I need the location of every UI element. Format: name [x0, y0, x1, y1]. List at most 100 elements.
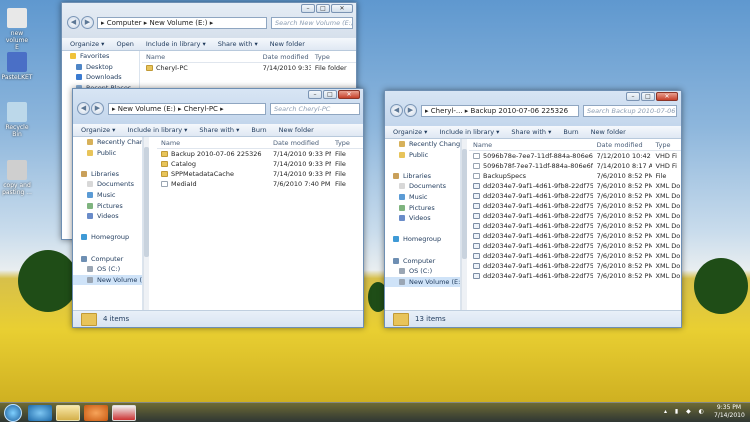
nav-scrollbar[interactable]	[143, 137, 149, 310]
back-button[interactable]: ◀	[390, 104, 403, 117]
desktop-icon-3[interactable]: copy and pasting ...	[0, 160, 34, 196]
close-button[interactable]: ✕	[656, 92, 678, 101]
media-player-icon[interactable]	[84, 405, 108, 421]
file-row[interactable]: dd2034e7-9af1-4d61-9fb8-22df7580978...7/…	[469, 251, 681, 261]
address-bar[interactable]: ▸ Computer ▸ New Volume (E:) ▸	[97, 17, 267, 29]
file-row[interactable]: dd2034e7-9af1-4d61-9fb8-22df7580978...7/…	[469, 191, 681, 201]
maximize-button[interactable]: □	[641, 92, 655, 101]
title-bar[interactable]: – □ ✕ ◀ ▶ ▸ Computer ▸ New Volume (E:) ▸…	[62, 3, 356, 38]
title-bar[interactable]: – □ ✕ ◀ ▶ ▸ Cheryl-... ▸ Backup 2010-07-…	[385, 91, 681, 126]
clock[interactable]: 9:35 PM 7/14/2010	[714, 404, 745, 420]
nav-item-homegroup[interactable]: Homegroup	[385, 234, 460, 245]
desktop-icon-2[interactable]: Recycle Bin	[0, 102, 34, 138]
close-button[interactable]: ✕	[338, 90, 360, 99]
file-row[interactable]: dd2034e7-9af1-4d61-9fb8-22df7580978...7/…	[469, 201, 681, 211]
file-row[interactable]: dd2034e7-9af1-4d61-9fb8-22df7580978...7/…	[469, 231, 681, 241]
nav-item-public[interactable]: Public	[73, 148, 142, 159]
search-input[interactable]: Search Cheryl-PC	[270, 103, 360, 115]
start-button[interactable]	[4, 404, 22, 422]
toolbar-button[interactable]: Organize ▾	[393, 128, 427, 136]
nav-item-favorites[interactable]: Favorites	[62, 51, 139, 62]
nav-item-videos[interactable]: Videos	[73, 211, 142, 222]
toolbar-button[interactable]: Share with ▾	[218, 40, 258, 48]
file-list[interactable]: Name Date modified Type Backup 2010-07-06 2…	[157, 137, 363, 310]
windows-explorer-icon[interactable]	[56, 405, 80, 421]
file-row[interactable]: 5096b78f-7ee7-11df-884a-806e6f6e6963...7…	[469, 161, 681, 171]
nav-item-computer[interactable]: Computer	[73, 254, 142, 265]
toolbar-button[interactable]: Organize ▾	[81, 126, 115, 134]
nav-item-documents[interactable]: Documents	[73, 179, 142, 190]
toolbar-button[interactable]: Include in library ▾	[439, 128, 499, 136]
internet-explorer-icon[interactable]	[28, 405, 52, 421]
file-row[interactable]: dd2034e7-9af1-4d61-9fb8-22df7580978...7/…	[469, 261, 681, 271]
forward-button[interactable]: ▶	[91, 102, 104, 115]
nav-item-public[interactable]: Public	[385, 150, 460, 161]
nav-item-downloads[interactable]: Downloads	[62, 72, 139, 83]
minimize-button[interactable]: –	[308, 90, 322, 99]
explorer-window-cheryl-pc[interactable]: – □ ✕ ◀ ▶ ▸ New Volume (E:) ▸ Cheryl-PC …	[72, 88, 364, 328]
forward-button[interactable]: ▶	[81, 16, 94, 29]
column-header-name[interactable]: Name	[157, 137, 269, 148]
file-row[interactable]: 5096b78e-7ee7-11df-884a-806e6f6e6963...7…	[469, 151, 681, 161]
file-row[interactable]: Backup 2010-07-06 225326 7/14/2010 9:33 P…	[157, 149, 363, 159]
snipping-tool-icon[interactable]	[112, 405, 136, 421]
file-row[interactable]: BackupSpecs 7/6/2010 8:52 PM File	[469, 171, 681, 181]
back-button[interactable]: ◀	[67, 16, 80, 29]
back-button[interactable]: ◀	[77, 102, 90, 115]
toolbar-button[interactable]: New folder	[279, 126, 314, 134]
file-row[interactable]: Catalog 7/14/2010 9:33 PM File	[157, 159, 363, 169]
toolbar-button[interactable]: New folder	[270, 40, 305, 48]
nav-scrollbar[interactable]	[461, 139, 467, 310]
file-list[interactable]: Name Date modified Type 5096b78e-7ee7-11df-…	[469, 139, 681, 310]
toolbar-button[interactable]: Open	[116, 40, 133, 48]
toolbar-button[interactable]: Share with ▾	[511, 128, 551, 136]
minimize-button[interactable]: –	[626, 92, 640, 101]
desktop-icon-1[interactable]: PasteLKET	[0, 52, 34, 81]
search-input[interactable]: Search Backup 2010-07-06 225326	[583, 105, 677, 117]
toolbar-button[interactable]: Share with ▾	[199, 126, 239, 134]
column-header-type[interactable]: Type	[331, 137, 361, 148]
column-header-type[interactable]: Type	[311, 51, 356, 62]
nav-item-pictures[interactable]: Pictures	[385, 203, 460, 214]
file-row[interactable]: dd2034e7-9af1-4d61-9fb8-22df7580978...7/…	[469, 271, 681, 281]
toolbar-button[interactable]: Burn	[563, 128, 578, 136]
toolbar-button[interactable]: Include in library ▾	[146, 40, 206, 48]
nav-item-new-volume-e[interactable]: New Volume (E:)	[385, 276, 460, 288]
file-row[interactable]: dd2034e7-9af1-4d61-9fb8-22df7580978...7/…	[469, 211, 681, 221]
forward-button[interactable]: ▶	[404, 104, 417, 117]
maximize-button[interactable]: □	[323, 90, 337, 99]
file-row[interactable]: dd2034e7-9af1-4d61-9fb8-22df7580978...7/…	[469, 181, 681, 191]
address-bar[interactable]: ▸ New Volume (E:) ▸ Cheryl-PC ▸	[108, 103, 266, 115]
close-button[interactable]: ✕	[331, 4, 353, 13]
navigation-pane[interactable]: Recently Changed Public Libraries Documents…	[73, 137, 143, 310]
file-row[interactable]: Cheryl-PC 7/14/2010 9:33 PMFile folder	[142, 63, 356, 73]
nav-item-libraries[interactable]: Libraries	[73, 169, 142, 180]
column-header-name[interactable]: Name	[142, 51, 259, 62]
title-bar[interactable]: – □ ✕ ◀ ▶ ▸ New Volume (E:) ▸ Cheryl-PC …	[73, 89, 363, 124]
file-row[interactable]: dd2034e7-9af1-4d61-9fb8-22df7580978...7/…	[469, 241, 681, 251]
column-header-type[interactable]: Type	[652, 139, 681, 150]
file-row[interactable]: dd2034e7-9af1-4d61-9fb8-22df7580978...7/…	[469, 221, 681, 231]
column-header-date-modified[interactable]: Date modified	[259, 51, 311, 62]
nav-item-recently-changed[interactable]: Recently Changed	[73, 137, 142, 148]
desktop-icon-0[interactable]: new volume E	[0, 8, 34, 51]
navigation-pane[interactable]: Recently Changed Public Libraries Documents…	[385, 139, 461, 310]
nav-item-music[interactable]: Music	[73, 190, 142, 201]
address-bar[interactable]: ▸ Cheryl-... ▸ Backup 2010-07-06 225326	[421, 105, 579, 117]
toolbar-button[interactable]: Include in library ▾	[127, 126, 187, 134]
column-header-date-modified[interactable]: Date modified	[269, 137, 331, 148]
file-row[interactable]: SPPMetadataCache 7/14/2010 9:33 PM File	[157, 169, 363, 179]
column-header-date-modified[interactable]: Date modified	[593, 139, 652, 150]
nav-item-recently-changed[interactable]: Recently Changed	[385, 139, 460, 150]
maximize-button[interactable]: □	[316, 4, 330, 13]
nav-item-new-volume-e[interactable]: New Volume (E:)	[73, 274, 142, 286]
nav-item-documents[interactable]: Documents	[385, 181, 460, 192]
toolbar-button[interactable]: Burn	[251, 126, 266, 134]
nav-item-pictures[interactable]: Pictures	[73, 201, 142, 212]
minimize-button[interactable]: –	[301, 4, 315, 13]
nav-item-libraries[interactable]: Libraries	[385, 171, 460, 182]
search-input[interactable]: Search New Volume (E:)	[271, 17, 353, 29]
toolbar-button[interactable]: Organize ▾	[70, 40, 104, 48]
nav-item-desktop[interactable]: Desktop	[62, 62, 139, 73]
file-row[interactable]: MediaId 7/6/2010 7:40 PM File	[157, 179, 363, 189]
